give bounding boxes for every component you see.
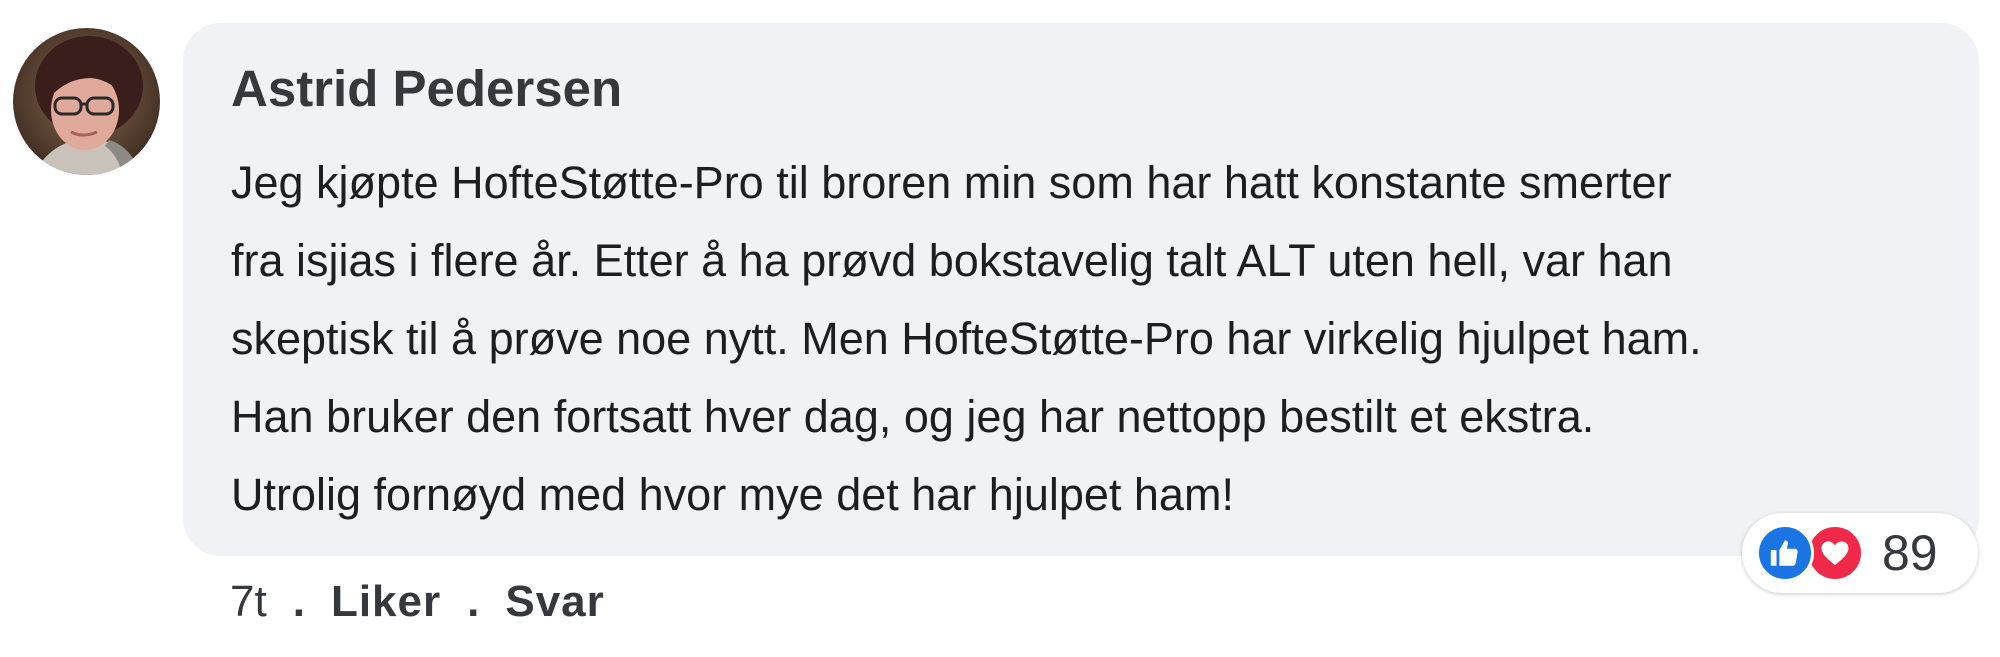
comment-actions: 7t . Liker . Svar (230, 572, 605, 632)
comment-timestamp[interactable]: 7t (230, 577, 267, 627)
comment-body-line: Han bruker den fortsatt hver dag, og jeg… (231, 391, 1595, 442)
comment-bubble: Astrid Pedersen Jeg kjøpte HofteStøtte-P… (183, 23, 1979, 556)
love-icon (1806, 524, 1864, 582)
reply-button[interactable]: Svar (505, 577, 604, 627)
comment-author[interactable]: Astrid Pedersen (231, 55, 622, 123)
reaction-count: 89 (1882, 525, 1938, 581)
comment-body-line: fra isjias i flere år. Etter å ha prøvd … (231, 235, 1673, 286)
comment-body-line: Utrolig fornøyd med hvor mye det har hju… (231, 469, 1234, 520)
avatar-photo (13, 28, 160, 175)
comment-body: Jeg kjøpte HofteStøtte-Pro til broren mi… (231, 144, 1702, 534)
reactions-summary[interactable]: 89 (1742, 513, 1978, 593)
avatar[interactable] (13, 28, 160, 175)
like-icon (1756, 524, 1814, 582)
separator-dot: . (467, 577, 480, 626)
comment-body-line: Jeg kjøpte HofteStøtte-Pro til broren mi… (231, 157, 1672, 208)
like-button[interactable]: Liker (331, 577, 441, 627)
separator-dot: . (292, 577, 305, 626)
comment-body-line: skeptisk til å prøve noe nytt. Men Hofte… (231, 313, 1702, 364)
comment: Astrid Pedersen Jeg kjøpte HofteStøtte-P… (0, 0, 2000, 657)
